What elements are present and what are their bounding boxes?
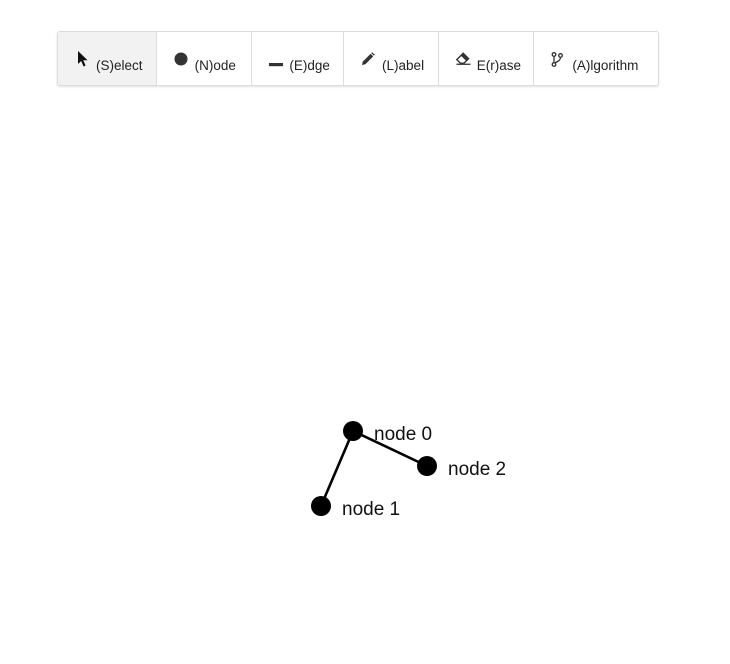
tool-toolbar: (S)elect (N)ode (E)dge (L)abel E(r)ase (…	[57, 31, 659, 86]
branch-icon	[551, 52, 567, 68]
node-0-label: node 0	[374, 424, 432, 445]
algorithm-tool-label: (A)lgorithm	[572, 58, 639, 73]
circle-icon	[174, 52, 190, 68]
erase-tool-label: E(r)ase	[476, 58, 521, 73]
cursor-arrow-icon	[77, 51, 93, 67]
graph-node-0[interactable]	[343, 421, 363, 441]
graph-node-2[interactable]	[417, 456, 437, 476]
pencil-icon	[361, 52, 377, 68]
graph-edge-0-1[interactable]	[319, 430, 355, 507]
algorithm-tool-button[interactable]: (A)lgorithm	[534, 32, 658, 85]
erase-tool-button[interactable]: E(r)ase	[439, 32, 535, 85]
edge-tool-button[interactable]: (E)dge	[252, 32, 345, 85]
node-tool-button[interactable]: (N)ode	[157, 32, 253, 85]
node-2-label: node 2	[448, 459, 506, 480]
node-tool-label: (N)ode	[194, 58, 236, 73]
edge-tool-label: (E)dge	[289, 58, 330, 73]
label-tool-label: (L)abel	[382, 58, 425, 73]
graph-node-1[interactable]	[311, 496, 331, 516]
eraser-icon	[455, 52, 472, 68]
select-tool-label: (S)elect	[96, 58, 143, 73]
label-tool-button[interactable]: (L)abel	[344, 32, 439, 85]
graph-canvas[interactable]: node 0 node 1 node 2	[0, 100, 730, 664]
select-tool-button[interactable]: (S)elect	[58, 32, 157, 85]
node-1-label: node 1	[342, 499, 400, 520]
line-icon	[269, 55, 285, 71]
